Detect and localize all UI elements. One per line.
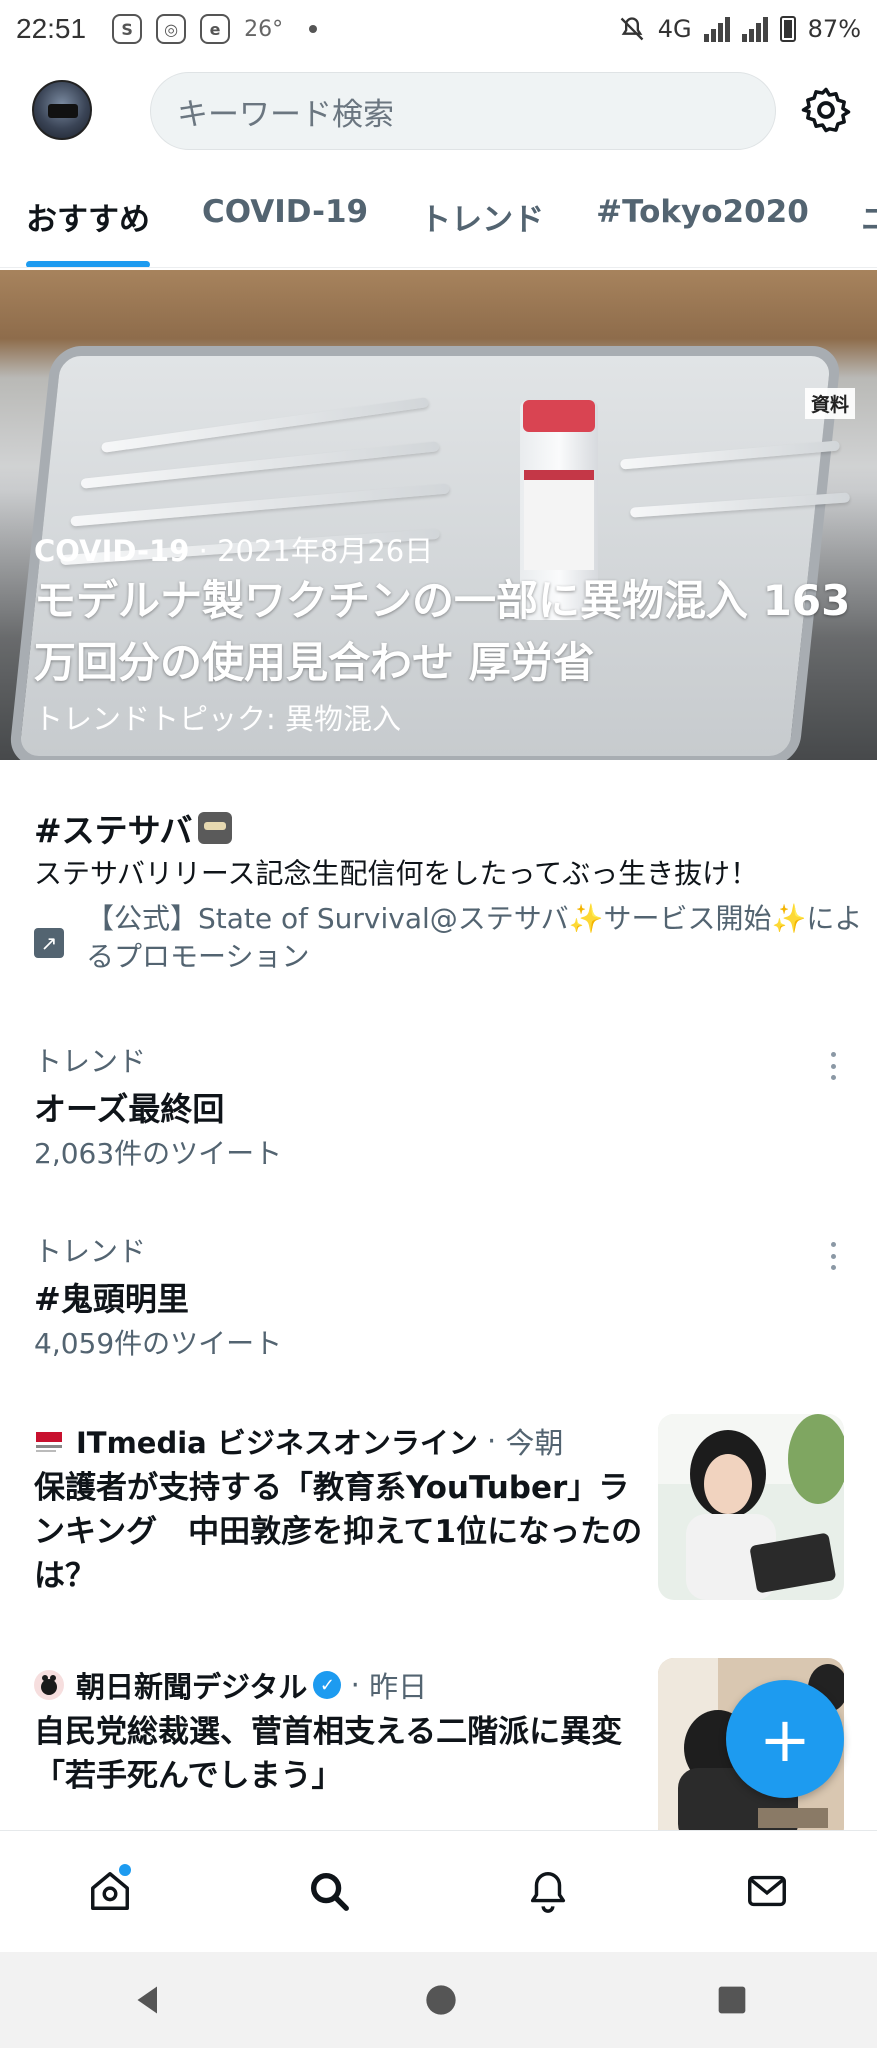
trend-category: トレンド	[34, 1045, 147, 1078]
promoted-arrow-icon: ↗	[34, 928, 64, 958]
bell-icon	[531, 1871, 566, 1913]
status-network: 4G	[657, 15, 692, 43]
back-icon[interactable]	[130, 1982, 166, 2018]
news-source: 朝日新聞デジタル ✓ · 昨日	[34, 1664, 427, 1706]
more-options-icon[interactable]	[830, 1242, 836, 1270]
trend-item[interactable]: トレンド #鬼頭明里 4,059件のツイート	[0, 1230, 877, 1410]
trend-name: オーズ最終回	[34, 1090, 225, 1128]
signal-icon	[703, 16, 730, 42]
tab-recommended[interactable]: おすすめ	[26, 176, 150, 267]
system-nav-bar	[0, 1952, 877, 2048]
tab-trends[interactable]: トレンド	[420, 176, 544, 267]
recents-icon[interactable]	[716, 1984, 748, 2016]
hero-date: 2021年8月26日	[217, 534, 434, 568]
hero-image-badge: 資料	[804, 388, 855, 419]
nav-messages[interactable]	[732, 1856, 802, 1926]
news-item[interactable]: ITmedia ビジネスオンライン · 今朝 保護者が支持する「教育系YouTu…	[0, 1414, 877, 1640]
status-time: 22:51	[16, 13, 87, 44]
promo-emoji-icon	[198, 812, 233, 844]
nav-explore[interactable]	[294, 1856, 364, 1926]
hero-news-card[interactable]: 資料 COVID-19 · 2021年8月26日 モデルナ製ワクチンの一部に異物…	[0, 270, 877, 760]
notification-dot-icon	[309, 25, 318, 33]
asahi-logo-icon	[34, 1670, 64, 1700]
tab-tokyo2020[interactable]: #Tokyo2020	[596, 176, 809, 267]
battery-icon	[779, 16, 796, 42]
news-title: 自民党総裁選、菅首相支える二階派に異変 「若手死んでしまう」	[34, 1714, 654, 1794]
hero-topic: トレンドトピック: 異物混入	[34, 702, 401, 736]
compose-plus-icon: +	[759, 1702, 811, 1776]
home-unread-dot	[118, 1863, 131, 1876]
news-time: 今朝	[505, 1426, 564, 1460]
news-time: 昨日	[369, 1670, 428, 1704]
news-source-name: 朝日新聞デジタル	[76, 1670, 308, 1704]
tab-news[interactable]: ニ	[861, 176, 877, 267]
nav-home[interactable]	[75, 1856, 145, 1926]
explore-header: キーワード検索	[0, 58, 877, 158]
envelope-icon	[748, 1875, 787, 1906]
more-options-icon[interactable]	[830, 1052, 836, 1080]
promoted-trend[interactable]: #ステサバ ステサバリリース記念生配信何をしたってぶっ生き抜け！ ↗ 【公式】S…	[0, 790, 877, 990]
bottom-nav	[0, 1830, 877, 1950]
instagram-icon: ◎	[156, 14, 187, 44]
gear-icon[interactable]	[800, 84, 852, 136]
status-temperature: 26°	[244, 16, 284, 42]
explore-tabs: おすすめ COVID-19 トレンド #Tokyo2020 ニ	[0, 176, 877, 268]
news-source: ITmedia ビジネスオンライン · 今朝	[34, 1420, 564, 1462]
status-bar: 22:51 S ◎ e 26° 4G 87%	[0, 0, 877, 58]
news-source-name: ITmedia ビジネスオンライン	[76, 1426, 478, 1460]
sf-badge-icon: S	[112, 14, 143, 44]
search-input[interactable]: キーワード検索	[150, 72, 776, 150]
compose-button[interactable]: +	[726, 1680, 844, 1798]
hero-category: COVID-19	[34, 534, 190, 568]
hero-meta: COVID-19 · 2021年8月26日	[34, 534, 434, 568]
avatar[interactable]	[32, 80, 92, 140]
promoted-description: ステサバリリース記念生配信何をしたってぶっ生き抜け！	[34, 857, 759, 890]
trend-count: 4,059件のツイート	[34, 1327, 283, 1360]
nav-notifications[interactable]	[513, 1856, 583, 1926]
status-battery: 87%	[807, 15, 861, 43]
promoted-by: 【公式】State of Survival@ステサバ✨サービス開始✨によるプロモ…	[86, 902, 863, 973]
trend-category: トレンド	[34, 1235, 147, 1268]
trend-name: #鬼頭明里	[34, 1280, 189, 1318]
tab-covid19[interactable]: COVID-19	[202, 176, 368, 267]
verified-badge-icon: ✓	[313, 1671, 342, 1699]
e-app-icon: e	[200, 14, 231, 44]
hero-title: モデルナ製ワクチンの一部に異物混入 163万回分の使用見合わせ 厚労省	[34, 576, 851, 687]
trend-item[interactable]: トレンド オーズ最終回 2,063件のツイート	[0, 1040, 877, 1220]
signal-2-icon	[741, 16, 768, 42]
promoted-hashtag: #ステサバ	[34, 804, 233, 852]
trend-count: 2,063件のツイート	[34, 1137, 283, 1170]
news-thumbnail	[658, 1414, 844, 1600]
home-circle-icon[interactable]	[425, 1984, 457, 2016]
news-title: 保護者が支持する「教育系YouTuber」ランキング 中田敦彦を抑えて1位になっ…	[34, 1470, 643, 1594]
search-placeholder: キーワード検索	[177, 96, 394, 133]
itmedia-logo-icon	[34, 1426, 64, 1456]
mute-icon	[620, 17, 644, 41]
search-icon	[310, 1872, 349, 1911]
